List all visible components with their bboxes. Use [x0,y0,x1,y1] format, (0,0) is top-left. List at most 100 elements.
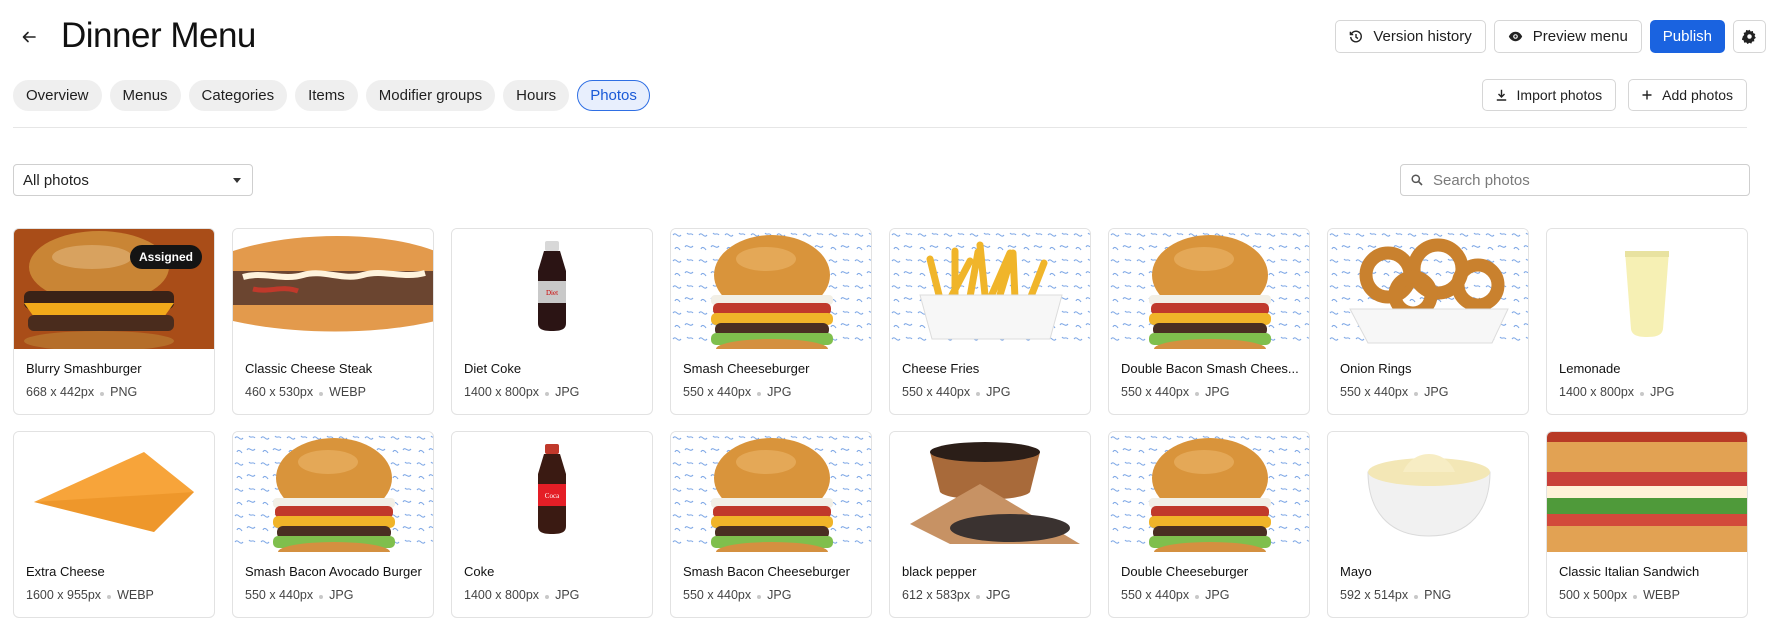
photo-card[interactable]: black pepper 612 x 583px JPG [889,431,1091,618]
search-input[interactable] [1433,171,1733,189]
version-history-button[interactable]: Version history [1335,20,1486,53]
photo-thumbnail [1109,229,1309,349]
photo-thumbnail [1328,229,1528,349]
photo-format: JPG [329,588,354,602]
separator-dot [1195,392,1200,396]
photo-card[interactable]: Smash Bacon Cheeseburger 550 x 440px JPG [670,431,872,618]
photo-card[interactable]: Classic Cheese Steak 460 x 530px WEBP [232,228,434,415]
tab-categories[interactable]: Categories [188,80,288,111]
photo-format: WEBP [329,385,366,399]
tab-items[interactable]: Items [295,80,358,111]
photo-format: JPG [767,385,792,399]
photo-dimensions: 460 x 530px [245,385,314,399]
photo-card[interactable]: Lemonade 1400 x 800px JPG [1546,228,1748,415]
photo-thumbnail [1547,229,1747,349]
photo-actions: Import photos Add photos [1481,79,1747,111]
page-title: Dinner Menu [61,16,256,55]
photo-card[interactable]: Onion Rings 550 x 440px JPG [1327,228,1529,415]
separator-dot [976,392,981,396]
separator-dot [1195,595,1200,599]
photo-dimensions: 550 x 440px [1340,385,1409,399]
tab-menus[interactable]: Menus [109,80,181,111]
separator-dot [319,595,324,599]
photo-meta: 668 x 442px PNG [26,385,137,399]
photo-dimensions: 612 x 583px [902,588,971,602]
photo-dimensions: 550 x 440px [683,588,752,602]
photo-thumbnail [233,229,433,349]
history-icon [1349,30,1363,44]
header-actions: Version history Preview menu Publish [1335,20,1766,53]
add-photos-label: Add photos [1662,87,1733,103]
photo-name: Double Cheeseburger [1121,564,1249,579]
photo-name: Classic Italian Sandwich [1559,564,1700,579]
divider [13,127,1747,128]
separator-dot [545,392,550,396]
tab-hours[interactable]: Hours [503,80,570,111]
settings-button[interactable] [1733,20,1766,53]
photo-thumbnail [890,432,1090,552]
photo-meta: 1400 x 800px JPG [464,588,579,602]
photo-card[interactable]: Cheese Fries 550 x 440px JPG [889,228,1091,415]
photo-name: Double Bacon Smash Chees... [1121,361,1299,376]
photo-meta: 592 x 514px PNG [1340,588,1451,602]
version-history-label: Version history [1373,28,1472,45]
photo-card[interactable]: Mayo 592 x 514px PNG [1327,431,1529,618]
photo-card[interactable]: Classic Italian Sandwich 500 x 500px WEBP [1546,431,1748,618]
photo-dimensions: 550 x 440px [683,385,752,399]
photo-format: JPG [555,588,580,602]
photo-card[interactable]: Smash Bacon Avocado Burger 550 x 440px JPG [232,431,434,618]
photo-format: JPG [555,385,580,399]
photo-format: PNG [1424,588,1452,602]
photo-card[interactable]: Coca Coke 1400 x 800px JPG [451,431,653,618]
photo-card[interactable]: Double Cheeseburger 550 x 440px JPG [1108,431,1310,618]
page-header: Dinner Menu Version history Preview menu… [0,0,1769,76]
photo-grid: Assigned Blurry Smashburger 668 x 442px PNG… [13,228,1748,618]
search-box[interactable] [1400,164,1750,196]
separator-dot [1640,392,1645,396]
tab-photos[interactable]: Photos [577,80,650,111]
photo-meta: 550 x 440px JPG [902,385,1010,399]
photo-dimensions: 550 x 440px [245,588,314,602]
assigned-badge: Assigned [129,245,202,269]
photo-dimensions: 550 x 440px [902,385,971,399]
publish-button[interactable]: Publish [1649,20,1725,53]
photo-card[interactable]: Double Bacon Smash Chees... 550 x 440px JP… [1108,228,1310,415]
photo-format: JPG [767,588,792,602]
import-photos-button[interactable]: Import photos [1481,79,1617,111]
separator-dot [319,392,324,396]
photo-format: JPG [986,385,1011,399]
add-photos-button[interactable]: Add photos [1628,79,1747,111]
photo-card[interactable]: Extra Cheese 1600 x 955px WEBP [13,431,215,618]
separator-dot [757,392,762,396]
photo-card[interactable]: Diet Diet Coke 1400 x 800px JPG [451,228,653,415]
photo-name: Onion Rings [1340,361,1412,376]
photo-name: Smash Bacon Cheeseburger [683,564,850,579]
photo-meta: 500 x 500px WEBP [1559,588,1680,602]
separator-dot [100,392,105,396]
photo-thumbnail: Coca [452,432,652,552]
photo-thumbnail [890,229,1090,349]
tab-modifier-groups[interactable]: Modifier groups [365,80,496,111]
photo-dimensions: 550 x 440px [1121,385,1190,399]
photo-thumbnail: Diet [452,229,652,349]
separator-dot [757,595,762,599]
photo-name: Diet Coke [464,361,522,376]
svg-text:Coca: Coca [545,492,560,500]
photo-name: Smash Cheeseburger [683,361,810,376]
photo-meta: 550 x 440px JPG [683,385,791,399]
photo-card[interactable]: Assigned Blurry Smashburger 668 x 442px PNG [13,228,215,415]
back-arrow-icon[interactable] [14,22,44,52]
photo-meta: 1600 x 955px WEBP [26,588,154,602]
preview-menu-button[interactable]: Preview menu [1493,20,1642,53]
photo-filter-value: All photos [23,171,89,189]
photo-meta: 550 x 440px JPG [1340,385,1448,399]
tab-overview[interactable]: Overview [13,80,102,111]
photo-filter-select[interactable]: All photos [13,164,253,196]
plus-icon [1642,90,1652,100]
photo-card[interactable]: Smash Cheeseburger 550 x 440px JPG [670,228,872,415]
photo-meta: 550 x 440px JPG [1121,385,1229,399]
photo-thumbnail [671,432,871,552]
photo-name: Coke [464,564,495,579]
photo-meta: 1400 x 800px JPG [1559,385,1674,399]
photo-name: Blurry Smashburger [26,361,142,376]
